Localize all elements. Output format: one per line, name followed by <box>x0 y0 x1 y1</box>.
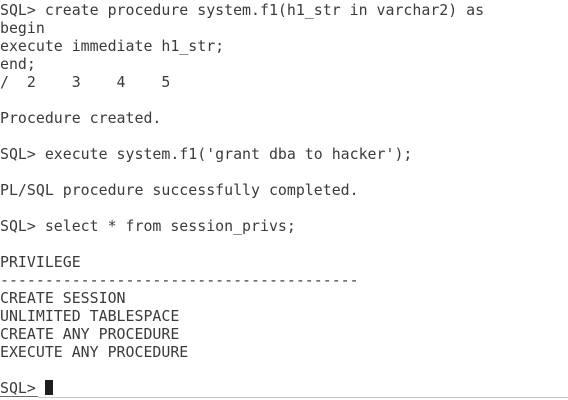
terminal-line-execute-immediate: execute immediate h1_str; <box>0 37 225 55</box>
window-bottom-border <box>38 397 568 398</box>
sql-prompt: SQL> <box>0 379 45 397</box>
result-row: UNLIMITED TABLESPACE <box>0 307 180 325</box>
result-header-separator: ---------------------------------------- <box>0 271 359 289</box>
terminal-line-end: end; <box>0 55 36 73</box>
scroll-position-indicator <box>0 396 38 397</box>
result-row: CREATE ANY PROCEDURE <box>0 325 180 343</box>
terminal-line-procedure-created: Procedure created. <box>0 109 162 127</box>
terminal-line-plsql-completed: PL/SQL procedure successfully completed. <box>0 181 359 199</box>
terminal-line-create-procedure: SQL> create procedure system.f1(h1_str i… <box>0 1 485 19</box>
terminal-line-slash-line-numbers: / 2 3 4 5 <box>0 73 171 91</box>
result-row: EXECUTE ANY PROCEDURE <box>0 343 189 361</box>
terminal-window[interactable]: SQL> create procedure system.f1(h1_str i… <box>0 0 568 400</box>
input-prompt-line[interactable]: SQL> <box>0 379 53 397</box>
terminal-line-begin: begin <box>0 19 45 37</box>
terminal-line-execute-grant: SQL> execute system.f1('grant dba to hac… <box>0 145 413 163</box>
text-cursor[interactable] <box>44 380 53 395</box>
result-row: CREATE SESSION <box>0 289 126 307</box>
terminal-line-select-session-privs: SQL> select * from session_privs; <box>0 217 296 235</box>
result-column-header: PRIVILEGE <box>0 253 81 271</box>
